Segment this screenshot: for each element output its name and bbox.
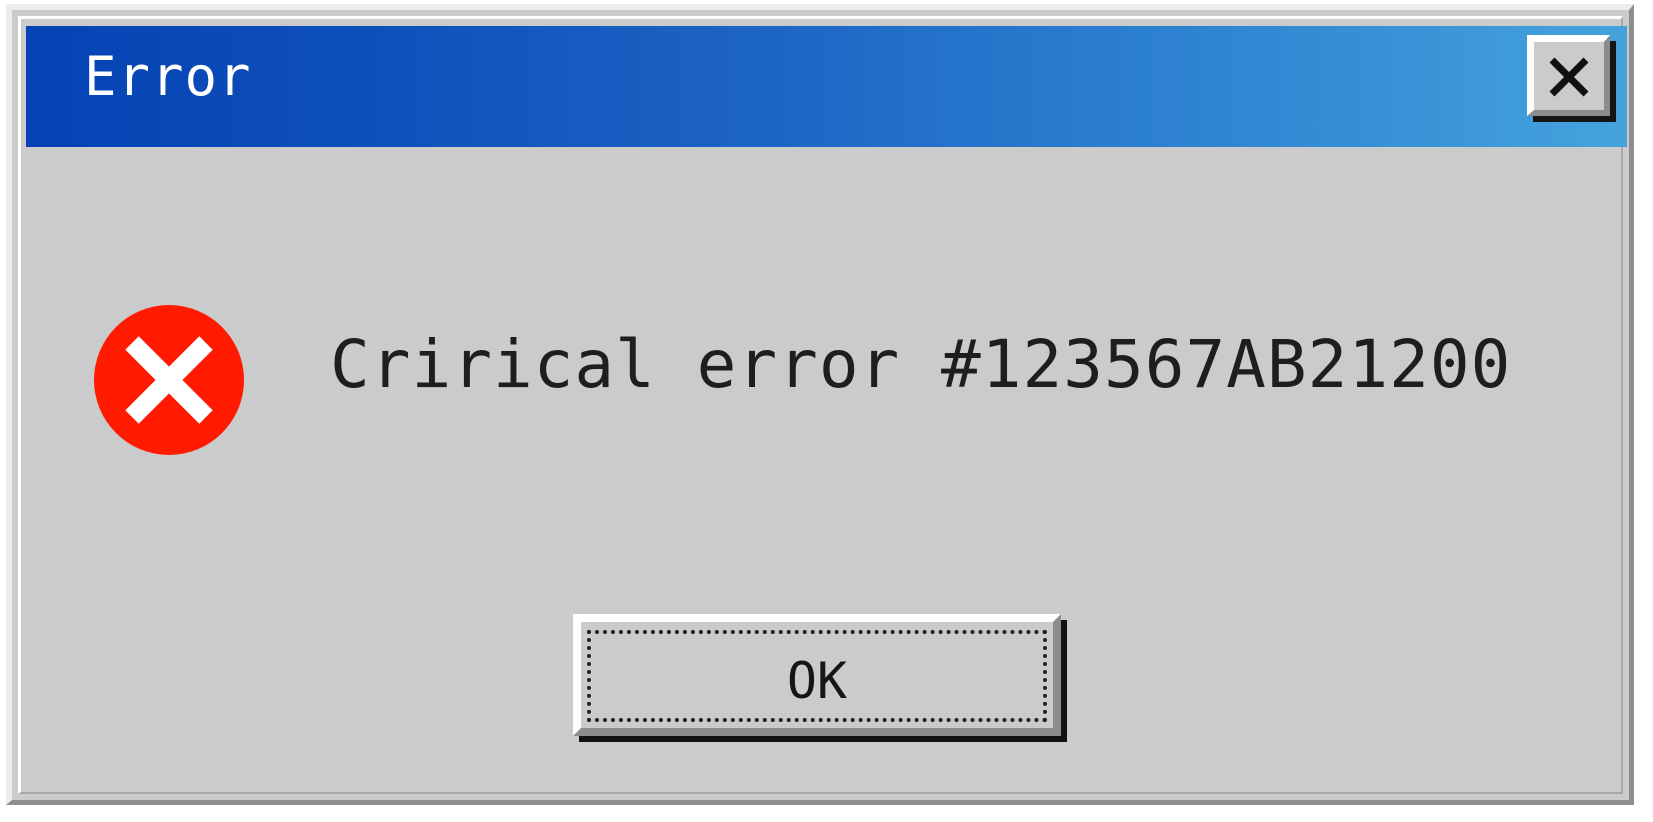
error-icon	[94, 305, 244, 455]
window-title: Error	[84, 45, 252, 108]
close-icon	[1549, 57, 1589, 97]
ok-button-label: OK	[786, 652, 848, 710]
title-bar[interactable]: Error	[26, 26, 1627, 147]
ok-button[interactable]: OK	[573, 614, 1061, 736]
error-message: Crirical error #123567AB21200	[330, 326, 1512, 403]
error-dialog: Error Crirical error #123567AB21200 OK	[6, 4, 1634, 805]
close-button[interactable]	[1527, 35, 1610, 116]
